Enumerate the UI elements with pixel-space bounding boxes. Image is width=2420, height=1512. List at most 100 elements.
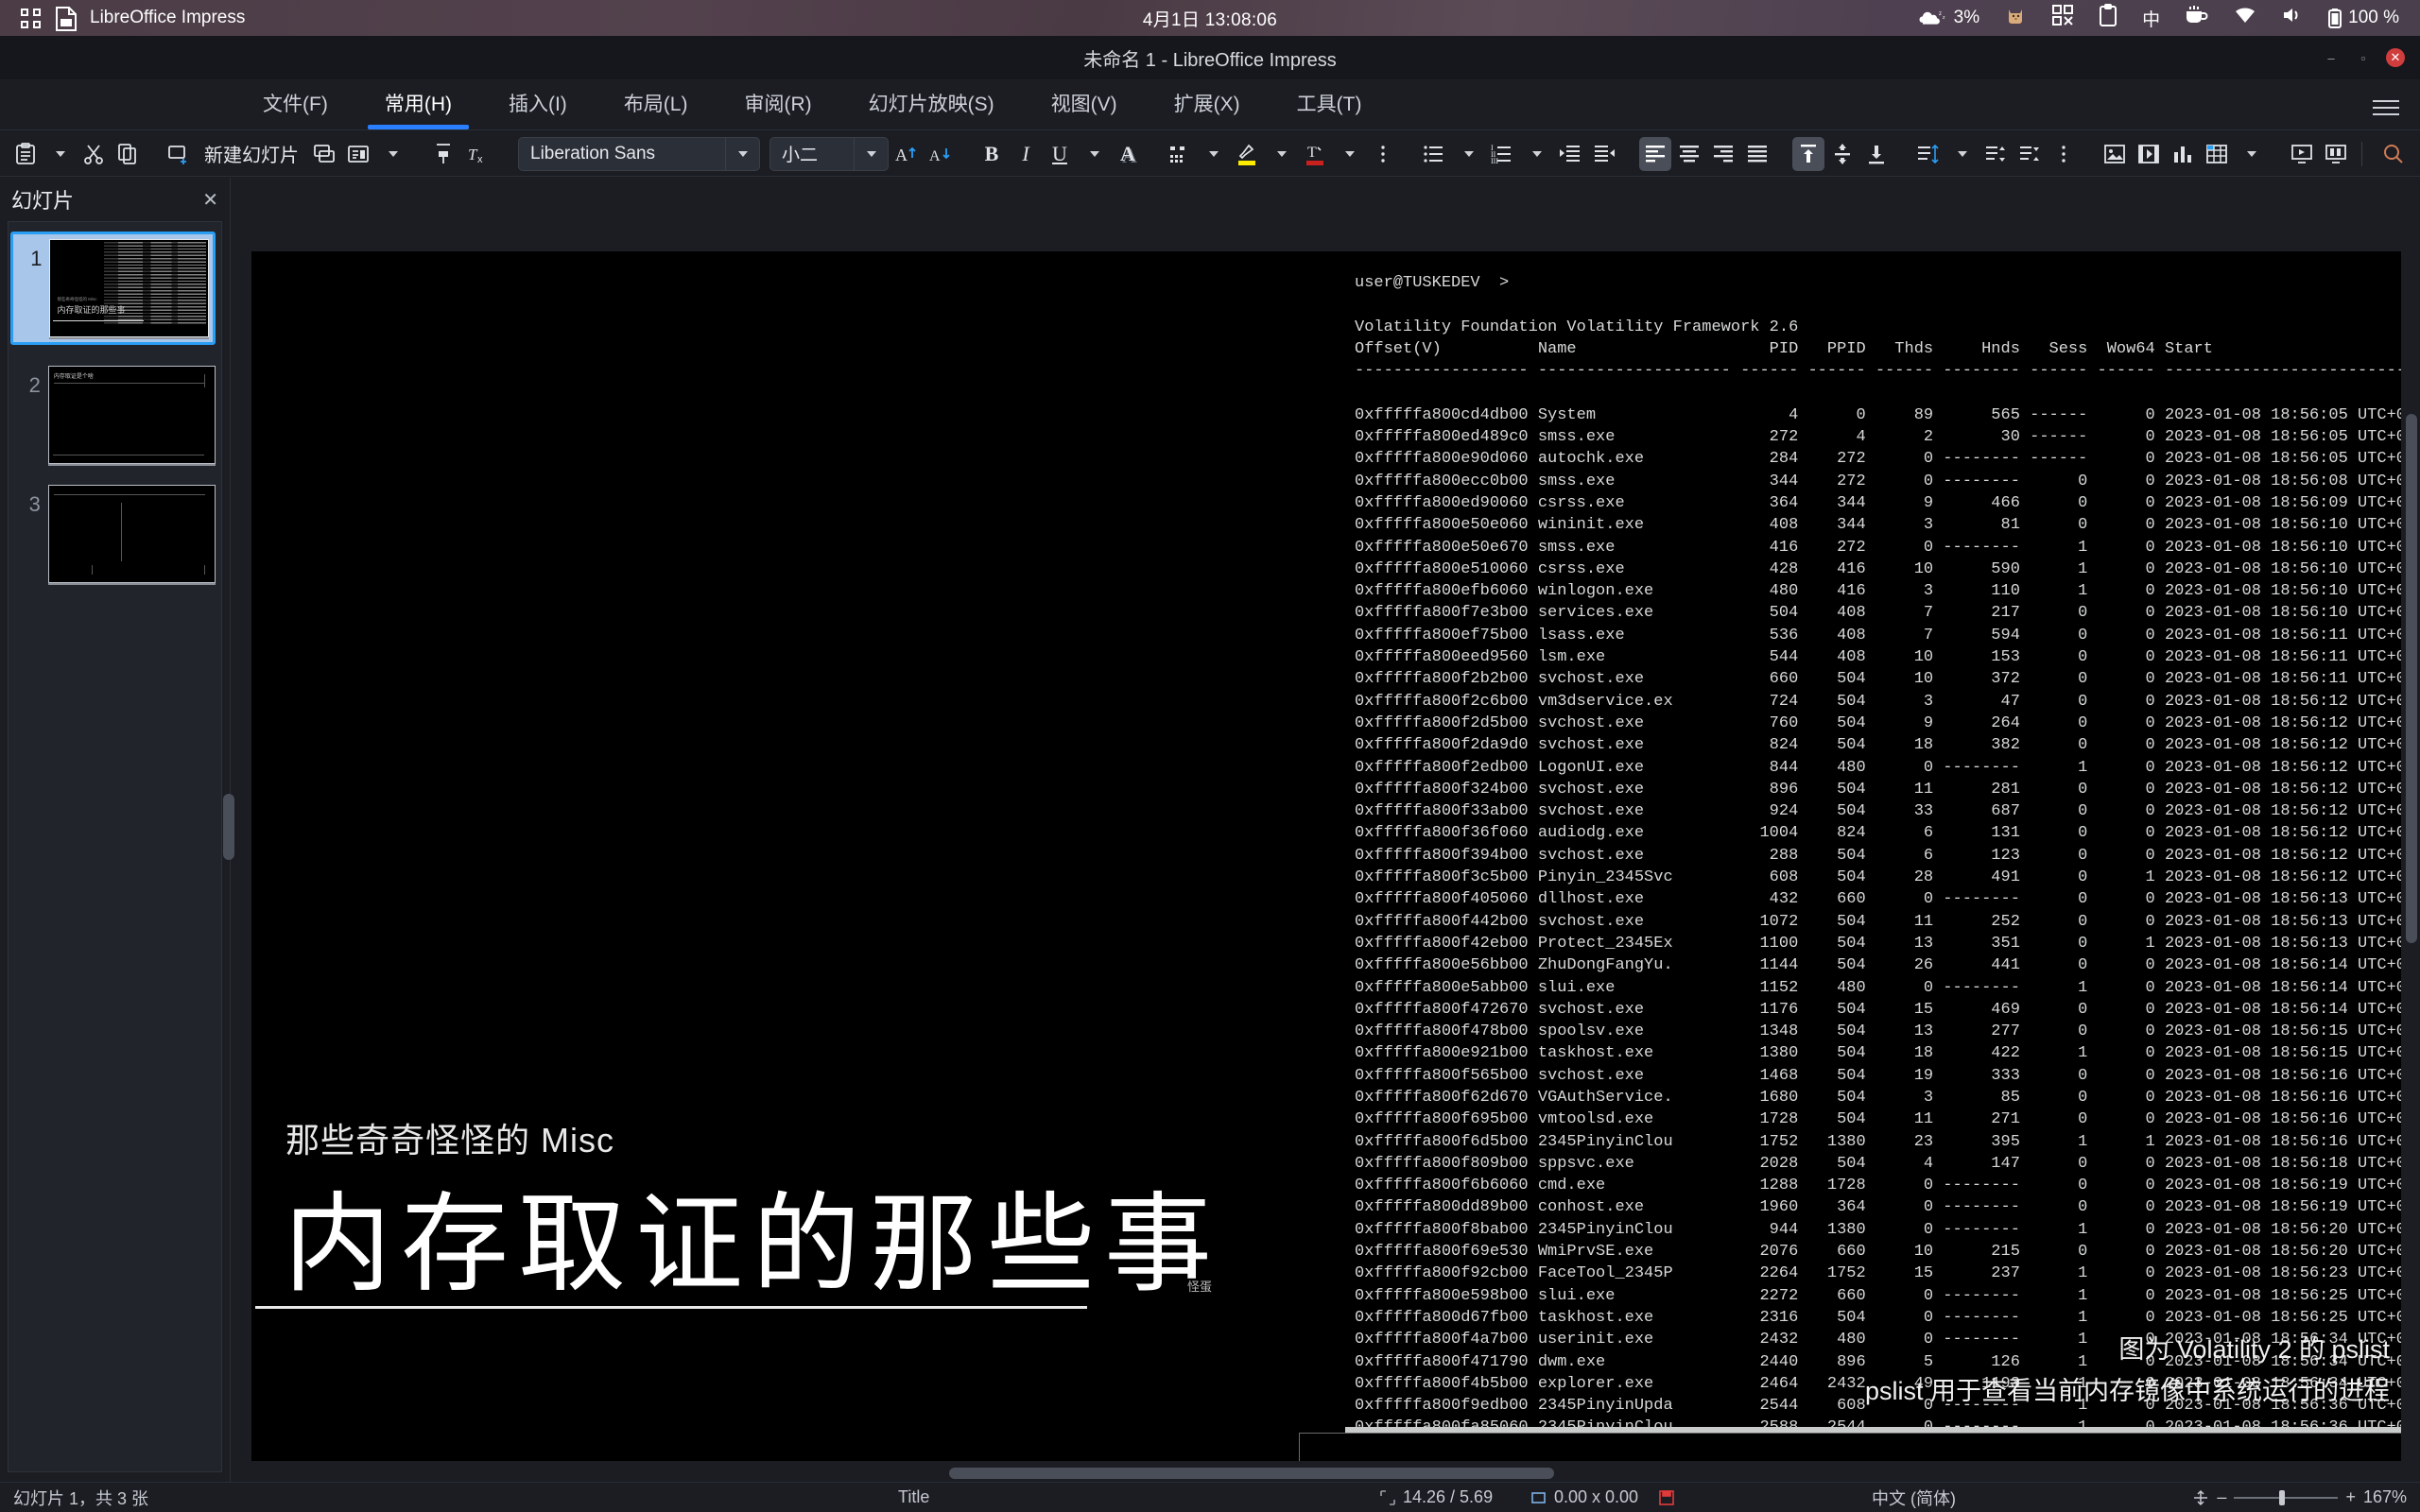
clear-formatting-icon[interactable]: Tx [461, 137, 493, 171]
tab-insert[interactable]: 插入(I) [480, 89, 596, 129]
increase-font-size-icon[interactable]: A [890, 137, 923, 171]
status-zoom-controls[interactable]: – + 167% [2192, 1487, 2407, 1507]
slide-editing-area[interactable]: 那些奇奇怪怪的 Misc 内存取证的那些事 怪蛋 user@TUSKEDEV >… [231, 178, 2420, 1482]
screenshot-tool-icon[interactable] [2051, 4, 2074, 32]
tab-view[interactable]: 视图(V) [1023, 89, 1146, 129]
vertical-scrollbar-thumb[interactable] [2406, 414, 2417, 943]
paste-dropdown-icon[interactable] [43, 137, 76, 171]
font-name-dropdown-icon[interactable] [725, 137, 759, 170]
new-slide-button[interactable]: 新建幻灯片 [197, 140, 306, 167]
close-button[interactable]: ✕ [2386, 48, 2405, 67]
insert-chart-icon[interactable] [2167, 137, 2199, 171]
zoom-level-label[interactable]: 167% [2363, 1487, 2407, 1507]
font-size-dropdown-icon[interactable] [854, 137, 888, 170]
align-center-icon[interactable] [1673, 137, 1705, 171]
bold-button[interactable]: B [976, 137, 1008, 171]
coffee-cup-icon[interactable] [2185, 5, 2209, 31]
line-spacing-icon[interactable] [1911, 137, 1944, 171]
decrease-font-size-icon[interactable]: A [925, 137, 957, 171]
maximize-button[interactable]: ▫ [2354, 48, 2373, 67]
new-slide-icon[interactable] [163, 137, 195, 171]
canvas-vertical-scrollbar[interactable] [2403, 178, 2420, 1482]
underline-button[interactable]: U [1044, 137, 1076, 171]
battery-tray-item[interactable]: 100 % [2328, 8, 2399, 28]
slide-title-text[interactable]: 内存取证的那些事 [284, 1157, 1221, 1313]
tab-extension[interactable]: 扩展(X) [1146, 89, 1269, 129]
slide-thumbnail-list[interactable]: 1 那些奇奇怪怪的 Misc 内存取证的那些事 2 内存取证是个啥 3 [8, 221, 222, 1472]
slide-subtitle-text[interactable]: 那些奇奇怪怪的 Misc [285, 1113, 614, 1162]
shadow-button[interactable]: A [1112, 137, 1144, 171]
minimize-button[interactable]: – [2322, 48, 2341, 67]
zoom-slider[interactable] [2234, 1489, 2339, 1505]
zoom-in-button[interactable]: + [2345, 1487, 2356, 1507]
tab-slideshow[interactable]: 幻灯片放映(S) [840, 89, 1023, 129]
wifi-icon[interactable] [2234, 6, 2256, 30]
battery-saver-tray-item[interactable]: zz 3% [1919, 8, 1979, 28]
align-middle-icon[interactable] [1826, 137, 1858, 171]
underline-dropdown-icon[interactable] [1078, 137, 1110, 171]
tab-review[interactable]: 审阅(R) [716, 89, 839, 129]
insert-table-icon[interactable] [2201, 137, 2233, 171]
font-size-combo[interactable]: 小二 [769, 136, 889, 171]
insert-media-icon[interactable] [2133, 137, 2165, 171]
slide-thumbnail-3[interactable]: 3 [14, 485, 216, 583]
unordered-list-dropdown-icon[interactable] [1452, 137, 1484, 171]
character-spacing-dropdown-icon[interactable] [1197, 137, 1229, 171]
clone-formatting-icon[interactable] [427, 137, 459, 171]
decrease-paragraph-spacing-icon[interactable] [2014, 137, 2046, 171]
impress-app-icon[interactable] [56, 7, 77, 31]
insert-table-dropdown-icon[interactable] [2235, 137, 2267, 171]
font-color-dropdown-icon[interactable] [1333, 137, 1365, 171]
increase-indent-icon[interactable] [1554, 137, 1586, 171]
slide-layout-dropdown-icon[interactable] [376, 137, 408, 171]
font-color-icon[interactable]: T [1299, 137, 1331, 171]
tab-file[interactable]: 文件(F) [234, 89, 356, 129]
align-bottom-icon[interactable] [1860, 137, 1893, 171]
slide-thumbnail-1[interactable]: 1 那些奇奇怪怪的 Misc 内存取证的那些事 [10, 232, 216, 345]
tab-layout[interactable]: 布局(L) [596, 89, 717, 129]
italic-button[interactable]: I [1010, 137, 1042, 171]
unordered-list-icon[interactable] [1418, 137, 1450, 171]
cat-icon[interactable] [2004, 4, 2027, 32]
current-slide[interactable]: 那些奇奇怪怪的 Misc 内存取证的那些事 怪蛋 user@TUSKEDEV >… [251, 251, 2401, 1461]
scissors-icon[interactable] [78, 137, 110, 171]
more-options-icon[interactable] [1367, 137, 1399, 171]
canvas-horizontal-scrollbar[interactable] [231, 1465, 2403, 1482]
clipboard-icon[interactable] [2099, 4, 2118, 32]
start-slideshow-icon[interactable] [2286, 137, 2318, 171]
unsaved-changes-icon[interactable] [1659, 1489, 1674, 1505]
slide-caption[interactable]: 图为 Volatility 2 的 pslist pslist 用于查看当前内存… [1865, 1329, 2390, 1412]
highlight-color-dropdown-icon[interactable] [1265, 137, 1297, 171]
tab-home[interactable]: 常用(H) [356, 89, 480, 129]
align-right-icon[interactable] [1707, 137, 1739, 171]
slide-panel-scrollbar-thumb[interactable] [223, 794, 234, 860]
paste-icon[interactable] [9, 137, 42, 171]
menu-toggle-icon[interactable] [2373, 95, 2399, 120]
duplicate-slide-icon[interactable] [308, 137, 340, 171]
paragraph-more-options-icon[interactable] [2048, 137, 2080, 171]
volume-icon[interactable] [2281, 6, 2304, 30]
ordered-list-dropdown-icon[interactable] [1520, 137, 1552, 171]
slide-layout-icon[interactable] [342, 137, 374, 171]
line-spacing-dropdown-icon[interactable] [1945, 137, 1978, 171]
horizontal-scrollbar-thumb[interactable] [949, 1468, 1554, 1479]
zoom-out-button[interactable]: – [2217, 1487, 2226, 1507]
highlight-color-icon[interactable] [1231, 137, 1263, 171]
search-icon[interactable] [2377, 137, 2410, 171]
slide-thumbnail-2[interactable]: 2 内存取证是个啥 [14, 366, 216, 464]
insert-image-icon[interactable] [2099, 137, 2131, 171]
align-top-icon[interactable] [1792, 136, 1824, 171]
apps-grid-icon[interactable] [21, 8, 41, 28]
copy-icon[interactable] [112, 137, 144, 171]
input-method-indicator[interactable]: 中 [2142, 6, 2160, 31]
status-language[interactable]: 中文 (简体) [1872, 1486, 1956, 1510]
font-name-combo[interactable]: Liberation Sans [518, 136, 760, 171]
start-from-current-slide-icon[interactable] [2320, 137, 2352, 171]
decrease-indent-icon[interactable] [1588, 137, 1620, 171]
close-icon[interactable]: ✕ [202, 188, 218, 212]
increase-paragraph-spacing-icon[interactable] [1979, 137, 2012, 171]
align-justify-icon[interactable] [1741, 137, 1773, 171]
character-spacing-icon[interactable] [1163, 137, 1195, 171]
tab-tools[interactable]: 工具(T) [1269, 89, 1391, 129]
align-left-icon[interactable] [1639, 136, 1671, 171]
